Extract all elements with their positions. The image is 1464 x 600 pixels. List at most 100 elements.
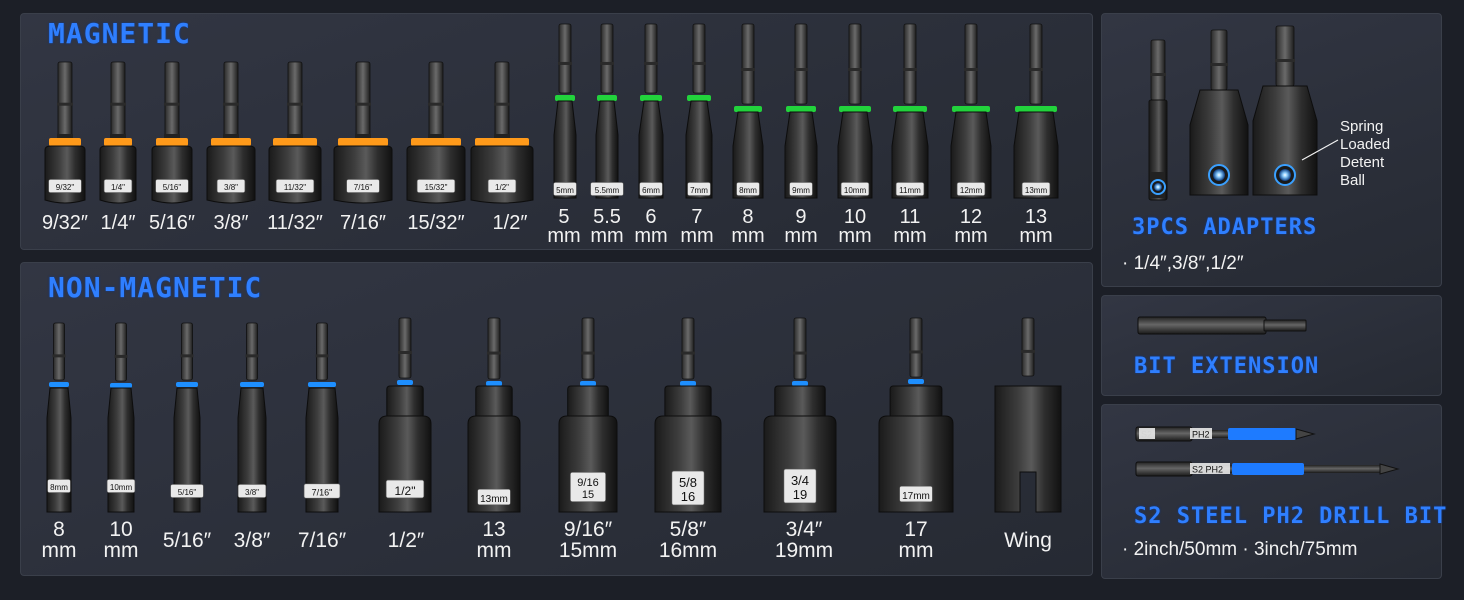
- caption-magnetic-12: 8 mm: [731, 206, 765, 247]
- caption-nonmag-5: 1/2″: [387, 529, 425, 552]
- nonmag-socket-ring-2: [176, 382, 198, 387]
- magnetic-socket-label-1: 1/4": [111, 183, 125, 192]
- caption-nonmag-9: 3/4″ 19mm: [774, 518, 834, 562]
- magnetic-socket-body-5: [333, 145, 393, 204]
- non-magnetic-heading: NON-MAGNETIC: [48, 271, 263, 304]
- magnetic-socket-label-14: 10mm: [844, 186, 867, 195]
- magnetic-socket-shank-12: [741, 23, 755, 105]
- magnetic-socket-shank-3: [223, 61, 239, 137]
- caption-magnetic-7: 1/2″: [492, 212, 528, 234]
- nonmag-socket-ring-6: [486, 381, 502, 386]
- magnetic-socket-label-15: 11mm: [899, 186, 921, 195]
- magnetic-socket-ring-4: [273, 138, 317, 146]
- drill-bit-text-1: S2 PH2: [1192, 465, 1223, 475]
- caption-magnetic-1: 1/4″: [100, 212, 136, 234]
- magnetic-socket-label-9: 5.5mm: [595, 186, 620, 195]
- nonmag-socket-label-1: 10mm: [110, 483, 133, 492]
- magnetic-socket-shank-9: [600, 23, 614, 94]
- nonmag-socket-shank-9: [793, 317, 807, 380]
- nonmag-socket-shank-10: [909, 317, 923, 378]
- magnetic-socket-shank-4: [287, 61, 303, 137]
- adapter-detent-ball-1: [1213, 169, 1225, 181]
- nonmag-socket-body-1: [107, 387, 135, 513]
- magnetic-socket-shank-5: [355, 61, 371, 137]
- nonmag-socket-body-0: [46, 387, 72, 513]
- drill-bit-stripe-0: [1228, 428, 1296, 440]
- drill-bit-text-0: PH2: [1192, 430, 1210, 440]
- nonmag-socket-label-7: 9/16: [577, 477, 598, 489]
- drill-bit-tip-0: [1295, 428, 1316, 440]
- adapters-heading: 3PCS ADAPTERS: [1132, 215, 1318, 240]
- nonmag-socket-label-10: 17mm: [902, 491, 930, 502]
- caption-magnetic-8: 5 mm: [547, 206, 581, 247]
- magnetic-socket-shank-6: [428, 61, 444, 137]
- nonmag-socket-label-9: 3/4: [791, 473, 809, 488]
- nonmag-socket-label-6: 13mm: [480, 494, 508, 505]
- magnetic-socket-shank-17: [1029, 23, 1043, 105]
- nonmag-socket-ring-9: [792, 381, 808, 386]
- magnetic-socket-shank-16: [964, 23, 978, 105]
- nonmag-socket-shank-5: [398, 317, 412, 379]
- caption-nonmag-4: 7/16″: [297, 529, 347, 552]
- nonmag-socket-ring-4: [308, 382, 336, 387]
- adapter-shank-1: [1210, 29, 1228, 91]
- nonmag-socket-label-8: 5/8: [679, 475, 697, 490]
- magnetic-socket-label-0: 9/32": [56, 183, 75, 192]
- magnetic-socket-body-6: [406, 145, 466, 204]
- nonmag-socket-label-7: 15: [582, 489, 594, 501]
- magnetic-socket-label-8: 5mm: [556, 186, 574, 195]
- nonmag-socket-body-11: [994, 385, 1062, 513]
- magnetic-socket-label-17: 13mm: [1025, 186, 1048, 195]
- magnetic-socket-ring-8: [555, 95, 575, 101]
- detent-ball-callout: Spring Loaded Detent Ball: [1340, 118, 1391, 189]
- nonmag-socket-label-3: 3/8": [245, 488, 259, 497]
- drill-bit-stripe-1: [1232, 463, 1304, 475]
- magnetic-socket-ring-7: [475, 138, 529, 146]
- magnetic-socket-shank-2: [164, 61, 180, 137]
- magnetic-socket-ring-3: [211, 138, 251, 146]
- nonmag-socket-shank-6: [487, 317, 501, 380]
- magnetic-socket-label-16: 12mm: [960, 186, 983, 195]
- magnetic-socket-ring-5: [338, 138, 388, 146]
- magnetic-socket-shank-11: [692, 23, 706, 94]
- magnetic-socket-shank-10: [644, 23, 658, 94]
- magnetic-socket-label-10: 6mm: [642, 186, 660, 195]
- nonmag-socket-shank-1: [115, 322, 127, 382]
- adapter-shank-0: [1150, 39, 1166, 101]
- nonmag-socket-ring-10: [908, 379, 924, 384]
- drill-bit-heading: S2 STEEL PH2 DRILL BIT: [1134, 504, 1448, 529]
- nonmag-socket-label-9: 19: [793, 487, 807, 502]
- bit-extension-body: [1137, 316, 1267, 335]
- magnetic-socket-ring-16: [952, 106, 990, 112]
- nonmag-socket-label-4: 7/16": [312, 488, 333, 498]
- caption-nonmag-2: 5/16″: [162, 529, 212, 552]
- caption-nonmag-7: 9/16″ 15mm: [558, 518, 618, 562]
- magnetic-socket-label-5: 7/16": [354, 183, 373, 192]
- caption-nonmag-3: 3/8″: [233, 529, 271, 552]
- magnetic-socket-body-3: [206, 145, 256, 204]
- magnetic-socket-shank-1: [110, 61, 126, 137]
- magnetic-socket-ring-9: [597, 95, 617, 101]
- nonmag-socket-shank-7: [581, 317, 595, 380]
- nonmag-socket-label-0: 8mm: [50, 483, 68, 492]
- magnetic-socket-ring-15: [893, 106, 927, 112]
- caption-magnetic-3: 3/8″: [213, 212, 249, 234]
- magnetic-socket-label-4: 11/32": [284, 183, 306, 192]
- nonmag-socket-ring-8: [680, 381, 696, 386]
- magnetic-socket-label-2: 5/16": [163, 183, 182, 192]
- magnetic-socket-ring-1: [104, 138, 132, 146]
- magnetic-socket-label-12: 8mm: [739, 186, 757, 195]
- magnetic-socket-label-11: 7mm: [690, 186, 708, 195]
- magnetic-socket-body-1: [99, 145, 137, 204]
- nonmag-socket-label-2: 5/16": [178, 488, 197, 497]
- adapter-shank-2: [1275, 25, 1295, 87]
- magnetic-socket-ring-13: [786, 106, 816, 112]
- nonmag-socket-ring-0: [49, 382, 69, 387]
- magnetic-socket-ring-12: [734, 106, 762, 112]
- caption-magnetic-10: 6 mm: [634, 206, 668, 247]
- caption-nonmag-1: 10 mm: [103, 518, 139, 562]
- caption-nonmag-8: 5/8″ 16mm: [658, 518, 718, 562]
- bit-extension-hex: [1263, 319, 1307, 332]
- nonmag-socket-ring-3: [240, 382, 264, 387]
- caption-magnetic-15: 11 mm: [893, 206, 927, 247]
